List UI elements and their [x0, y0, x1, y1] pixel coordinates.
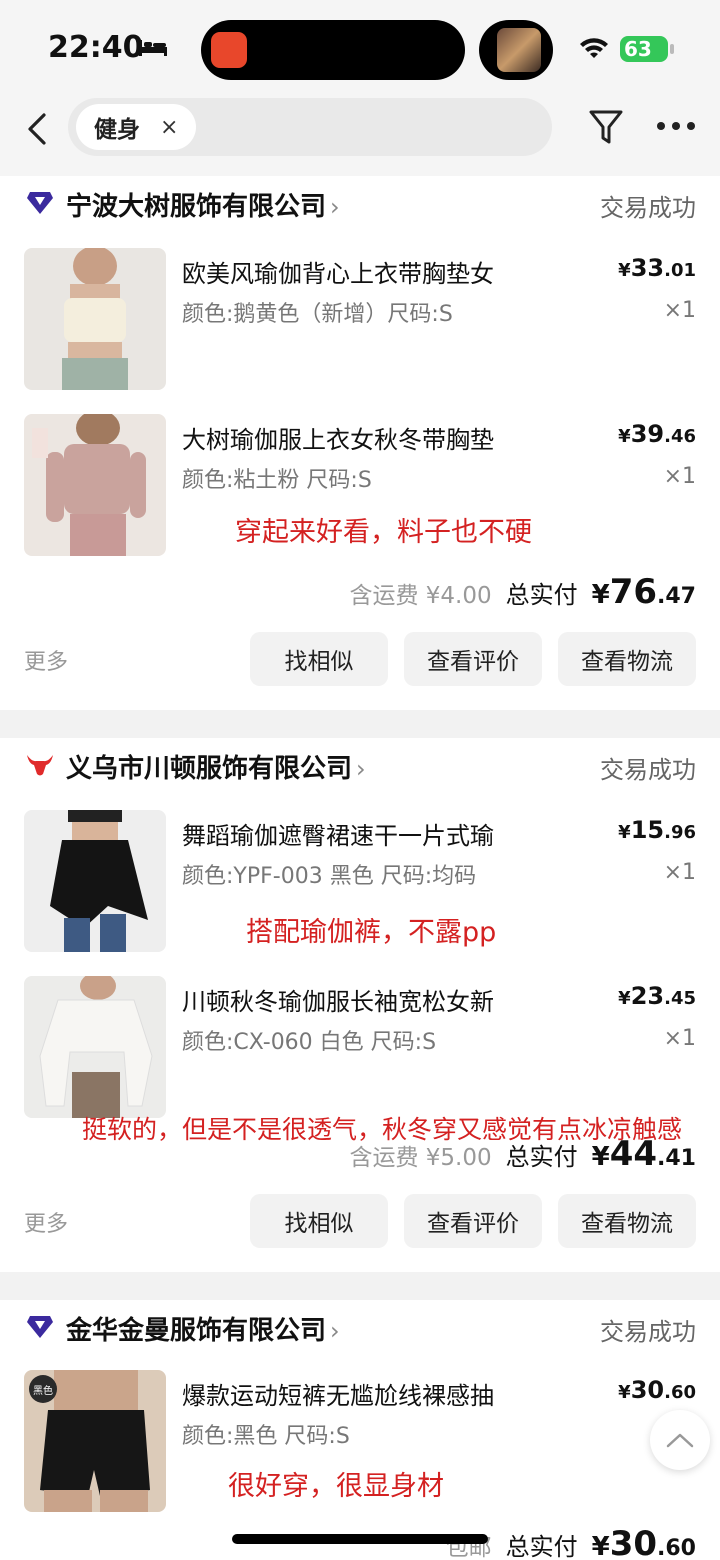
thumb-badge: 黑色 — [33, 1384, 53, 1397]
home-indicator[interactable] — [232, 1534, 488, 1544]
order-card: 宁波大树服饰有限公司 › 交易成功 欧美风瑜伽背心上衣带胸垫女 颜色:鹅黄色（新增… — [0, 176, 720, 710]
chevron-right-icon: › — [356, 755, 366, 783]
order-total-row: 含运费 ¥4.00 总实付 ¥76.47 — [349, 572, 696, 616]
total-amount: ¥76.47 — [591, 572, 696, 612]
scroll-to-top-button[interactable] — [650, 1410, 710, 1470]
battery-indicator: 63 — [620, 36, 668, 62]
product-price: ¥30.60 — [618, 1376, 696, 1404]
search-keyword: 健身 — [94, 117, 140, 143]
product-spec: 颜色:粘土粉 尺码:S — [182, 468, 372, 493]
product-quantity: ×1 — [663, 464, 696, 489]
product-title: 川顿秋冬瑜伽服长袖宽松女新 — [182, 988, 494, 1016]
shop-name: 义乌市川顿服饰有限公司 — [66, 754, 353, 784]
product-price: ¥33.01 — [618, 254, 696, 282]
view-review-button[interactable]: 查看评价 — [404, 1194, 542, 1248]
clear-keyword-icon[interactable]: × — [160, 115, 178, 140]
filter-icon[interactable] — [588, 108, 624, 148]
order-card: 义乌市川顿服饰有限公司 › 交易成功 舞蹈瑜伽遮臀裙速干一片式瑜 颜色:YPF-0… — [0, 738, 720, 1272]
product-quantity: ×1 — [663, 298, 696, 323]
shipping-fee: 含运费 ¥4.00 — [349, 583, 492, 609]
bull-icon — [27, 755, 53, 776]
view-logistics-button[interactable]: 查看物流 — [558, 1194, 696, 1248]
review-annotation: 搭配瑜伽裤，不露pp — [246, 917, 497, 948]
bed-icon — [139, 40, 167, 56]
order-item[interactable]: 川顿秋冬瑜伽服长袖宽松女新 颜色:CX-060 白色 尺码:S ¥23.45 ×… — [0, 976, 720, 1122]
find-similar-button[interactable]: 找相似 — [250, 1194, 388, 1248]
view-logistics-button[interactable]: 查看物流 — [558, 632, 696, 686]
product-price: ¥15.96 — [618, 816, 696, 844]
order-status: 交易成功 — [600, 1318, 696, 1346]
product-quantity: ×1 — [663, 860, 696, 885]
status-time: 22:40 — [48, 30, 144, 65]
product-quantity: ×1 — [663, 1026, 696, 1051]
product-thumbnail[interactable] — [24, 248, 166, 390]
chevron-right-icon: › — [330, 193, 340, 221]
chevron-up-icon — [666, 1433, 694, 1448]
review-annotation: 挺软的，但是不是很透气，秋冬穿又感觉有点冰凉触感 — [82, 1115, 683, 1144]
wifi-icon — [580, 38, 608, 58]
product-title: 舞蹈瑜伽遮臀裙速干一片式瑜 — [182, 822, 494, 850]
order-item[interactable]: 欧美风瑜伽背心上衣带胸垫女 颜色:鹅黄色（新增）尺码:S ¥33.01 ×1 — [0, 248, 720, 394]
product-title: 欧美风瑜伽背心上衣带胸垫女 — [182, 260, 494, 288]
back-icon[interactable] — [24, 112, 52, 146]
app-activity-icon[interactable] — [211, 32, 247, 68]
more-link[interactable]: 更多 — [24, 1206, 68, 1238]
shipping-fee: 包邮 — [445, 1535, 492, 1560]
product-thumbnail[interactable] — [24, 976, 166, 1118]
search-keyword-chip[interactable]: 健身 × — [76, 104, 197, 150]
order-status: 交易成功 — [600, 756, 696, 784]
total-amount: ¥30.60 — [591, 1524, 696, 1560]
more-icon[interactable] — [656, 120, 696, 132]
total-label: 总实付 — [505, 581, 578, 609]
battery-tip — [670, 44, 674, 54]
shop-header[interactable]: 义乌市川顿服饰有限公司 › 交易成功 — [0, 738, 720, 794]
review-annotation: 很好穿，很显身材 — [228, 1471, 444, 1502]
more-link[interactable]: 更多 — [24, 644, 68, 676]
chevron-right-icon: › — [330, 1317, 340, 1345]
review-annotation: 穿起来好看，料子也不硬 — [235, 517, 532, 548]
total-label: 总实付 — [505, 1533, 578, 1560]
product-thumbnail[interactable]: 黑色 — [24, 1370, 166, 1512]
product-spec: 颜色:CX-060 白色 尺码:S — [182, 1030, 437, 1055]
media-thumbnail-icon[interactable] — [497, 28, 541, 72]
product-title: 爆款运动短裤无尴尬线裸感抽 — [182, 1382, 494, 1410]
shop-header[interactable]: 金华金曼服饰有限公司 › 交易成功 — [0, 1300, 720, 1356]
order-card: 金华金曼服饰有限公司 › 交易成功 黑色 爆款运动短裤无尴尬线裸感抽 颜色:黑色 … — [0, 1300, 720, 1560]
shop-name: 宁波大树服饰有限公司 — [66, 192, 327, 222]
product-spec: 颜色:黑色 尺码:S — [182, 1424, 350, 1449]
product-thumbnail[interactable] — [24, 414, 166, 556]
shop-header[interactable]: 宁波大树服饰有限公司 › 交易成功 — [0, 176, 720, 232]
order-status: 交易成功 — [600, 194, 696, 222]
diamond-icon — [27, 1316, 53, 1338]
product-price: ¥23.45 — [618, 982, 696, 1010]
shop-name: 金华金曼服饰有限公司 — [66, 1316, 327, 1346]
product-title: 大树瑜伽服上衣女秋冬带胸垫 — [182, 426, 494, 454]
product-thumbnail[interactable] — [24, 810, 166, 952]
find-similar-button[interactable]: 找相似 — [250, 632, 388, 686]
product-spec: 颜色:YPF-003 黑色 尺码:均码 — [182, 864, 477, 889]
product-price: ¥39.46 — [618, 420, 696, 448]
diamond-icon — [27, 192, 53, 214]
product-spec: 颜色:鹅黄色（新增）尺码:S — [182, 302, 453, 327]
view-review-button[interactable]: 查看评价 — [404, 632, 542, 686]
